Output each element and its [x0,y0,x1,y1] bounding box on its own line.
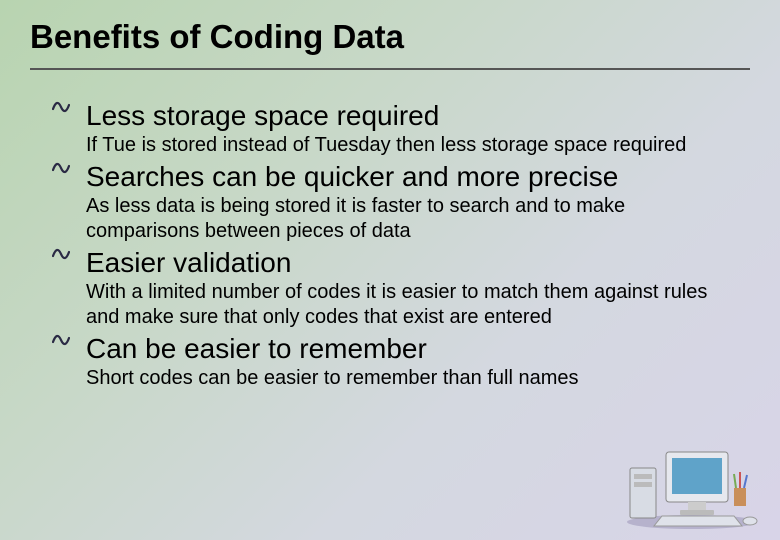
wave-bullet-icon [52,331,86,347]
list-item-head: Searches can be quicker and more precise [52,159,750,194]
computer-illustration [622,430,762,530]
wave-bullet-icon [52,245,86,261]
list-item: Can be easier to remember Short codes ca… [52,331,750,390]
slide: Benefits of Coding Data Less storage spa… [0,0,780,540]
item-heading: Less storage space required [86,98,439,133]
page-title: Benefits of Coding Data [30,18,750,56]
list-item-head: Can be easier to remember [52,331,750,366]
wave-bullet-icon [52,98,86,114]
item-description: As less data is being stored it is faste… [52,194,750,243]
list-item: Easier validation With a limited number … [52,245,750,329]
list-item: Searches can be quicker and more precise… [52,159,750,243]
list-item-head: Less storage space required [52,98,750,133]
wave-bullet-icon [52,159,86,175]
list-item-head: Easier validation [52,245,750,280]
item-heading: Can be easier to remember [86,331,427,366]
item-description: If Tue is stored instead of Tuesday then… [52,133,750,157]
item-description: Short codes can be easier to remember th… [52,366,750,390]
list-item: Less storage space required If Tue is st… [52,98,750,157]
content-list: Less storage space required If Tue is st… [30,98,750,390]
title-divider [30,68,750,70]
item-heading: Searches can be quicker and more precise [86,159,618,194]
item-description: With a limited number of codes it is eas… [52,280,750,329]
item-heading: Easier validation [86,245,291,280]
